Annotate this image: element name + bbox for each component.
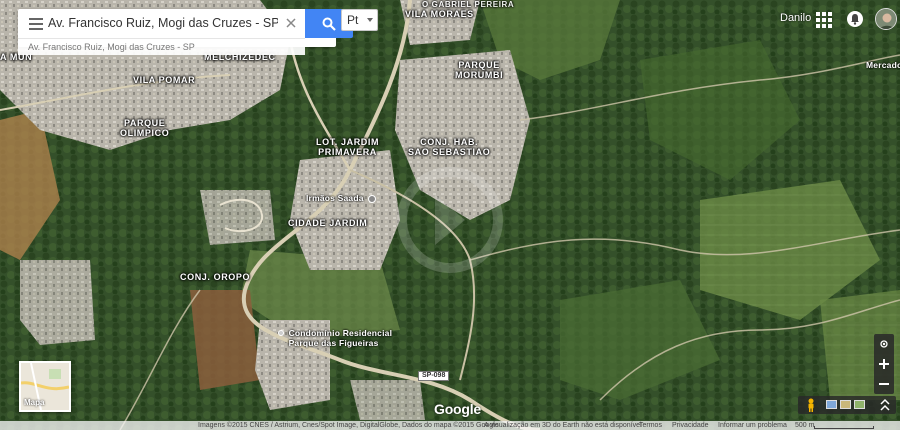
poi-marker-icon (368, 194, 377, 203)
poi-irmaos-saada[interactable]: Irmãos Saada (306, 193, 377, 203)
google-logo: Google (434, 401, 482, 417)
close-icon (286, 18, 296, 28)
menu-button[interactable] (24, 12, 48, 36)
clear-search-button[interactable] (282, 14, 300, 32)
label-parque-morumbi: PARQUE MORUMBI (455, 60, 504, 80)
hamburger-icon (29, 18, 43, 30)
road-shield-sp098: SP-098 (418, 371, 450, 381)
search-suggestion[interactable]: Av. Francisco Ruiz, Mogi das Cruzes - SP (18, 38, 305, 55)
minimap-toggle[interactable]: Mapa (19, 361, 71, 412)
scale-bar (814, 426, 874, 429)
search-icon (322, 17, 336, 31)
plus-icon (879, 359, 889, 369)
label-conj-hab-sao-sebastiao: CONJ. HAB. SAO SEBASTIAO (408, 137, 491, 157)
privacy-link[interactable]: Privacidade (672, 421, 709, 430)
label-conj-oropo: CONJ. OROPO (180, 272, 251, 282)
fullscreen-button[interactable] (879, 398, 891, 412)
map-controls (874, 334, 894, 394)
label-vila-pomar: VILA POMAR (133, 75, 196, 85)
map-footer: Imagens ©2015 CNES / Astrium, Cnes/Spot … (0, 421, 900, 430)
label-cidade-jardim: CIDADE JARDIM (288, 218, 368, 228)
bell-icon (847, 11, 863, 27)
terms-link[interactable]: Termos (639, 421, 662, 430)
language-select[interactable]: Pt (341, 9, 378, 31)
label-lot-jardim-primavera: LOT. JARDIM PRIMAVERA (316, 137, 380, 157)
zoom-in-button[interactable] (874, 354, 894, 374)
my-location-button[interactable] (874, 334, 894, 354)
center-watermark-icon (397, 167, 503, 273)
label-gabriel-pereira: O GABRIEL PEREIRA (422, 0, 515, 9)
minus-icon (879, 383, 889, 385)
expand-icon (880, 398, 890, 411)
minimap-label: Mapa (24, 398, 45, 407)
search-input[interactable] (48, 12, 278, 34)
pegman-icon (808, 398, 814, 412)
avatar[interactable] (875, 8, 897, 30)
search-box: Av. Francisco Ruiz, Mogi das Cruzes - SP (18, 9, 353, 55)
imagery-thumb-3[interactable] (854, 400, 865, 409)
poi-mercado[interactable]: Mercado O (866, 60, 900, 70)
poi-pin-icon (278, 330, 284, 336)
notifications-button[interactable] (846, 10, 864, 28)
apps-grid-icon (816, 12, 832, 28)
my-location-icon (880, 340, 888, 348)
chevron-down-icon (367, 18, 373, 22)
imagery-thumb-2[interactable] (840, 400, 851, 409)
label-vila-moraes: VILA MORAES (405, 9, 474, 19)
earth-notice: A visualização em 3D do Earth não está d… (484, 422, 642, 429)
apps-button[interactable] (816, 12, 832, 28)
zoom-out-button[interactable] (874, 374, 894, 394)
imagery-credits: Imagens ©2015 CNES / Astrium, Cnes/Spot … (198, 422, 499, 429)
pegman-button[interactable] (806, 398, 816, 412)
label-parque-olimpico: PARQUE OLIMPICO (120, 118, 170, 138)
poi-condominio[interactable]: Condomínio Residencial Parque das Figuei… (278, 328, 392, 348)
imagery-thumb-1[interactable] (826, 400, 837, 409)
user-name-link[interactable]: Danilo (780, 12, 811, 24)
scale-label: 500 m (795, 422, 815, 429)
report-problem-link[interactable]: Informar um problema (718, 421, 787, 430)
language-selected: Pt (347, 13, 359, 27)
